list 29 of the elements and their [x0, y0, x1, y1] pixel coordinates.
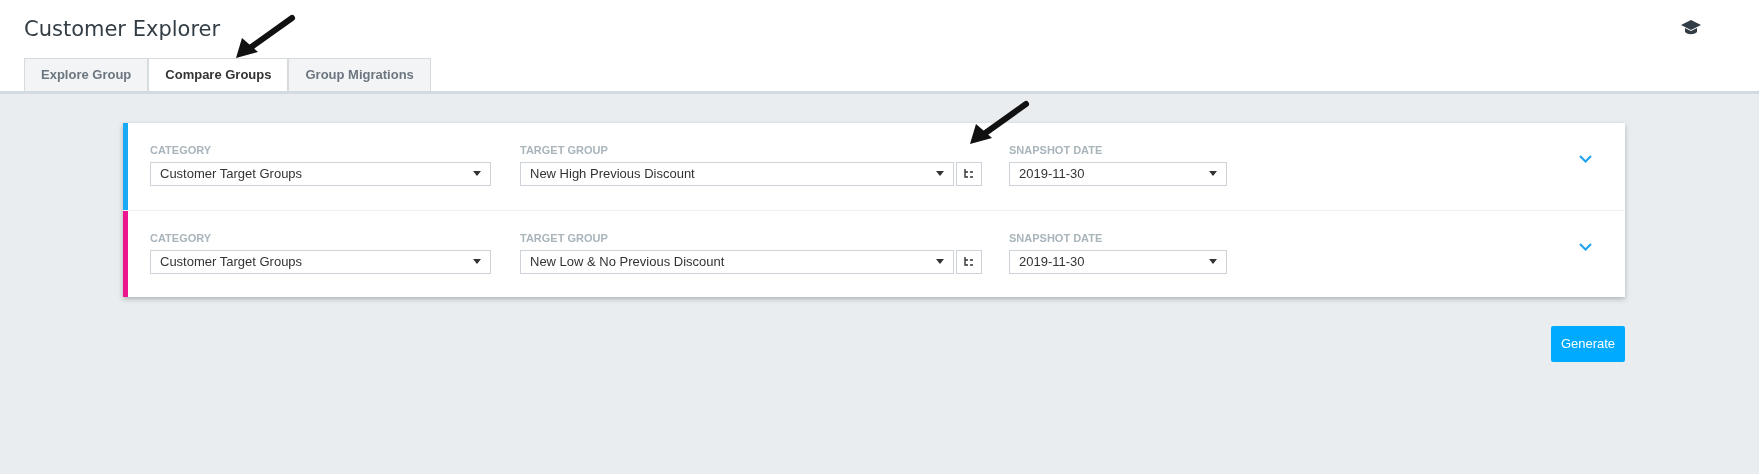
caret-icon — [1209, 171, 1217, 176]
field-label: CATEGORY — [150, 232, 213, 244]
caret-icon — [936, 171, 944, 176]
category-select[interactable]: Customer Target Groups — [150, 249, 491, 274]
snapshot-date-select[interactable]: 2019-11-30 — [1009, 249, 1227, 274]
field-label: TARGET GROUP — [520, 144, 609, 156]
caret-icon — [473, 171, 481, 176]
target-group-select[interactable]: New Low & No Previous Discount — [520, 249, 954, 274]
hierarchy-icon — [964, 257, 974, 266]
tab[interactable]: Group Migrations — [288, 57, 431, 91]
field-label: SNAPSHOT DATE — [1009, 144, 1104, 156]
field-label: CATEGORY — [150, 144, 213, 156]
hierarchy-icon — [964, 169, 974, 178]
caret-icon — [473, 259, 481, 264]
field-label: TARGET GROUP — [520, 232, 609, 244]
target-group-select[interactable]: New High Previous Discount — [520, 161, 954, 186]
page-title: Customer Explorer — [24, 16, 221, 43]
tab[interactable]: Explore Group — [24, 57, 149, 91]
category-select[interactable]: Customer Target Groups — [150, 161, 491, 186]
graduation-cap-icon[interactable] — [1681, 20, 1701, 36]
hierarchy-button[interactable] — [956, 161, 982, 186]
tab[interactable]: Compare Groups — [148, 57, 289, 91]
snapshot-date-select[interactable]: 2019-11-30 — [1009, 161, 1227, 186]
field-label: SNAPSHOT DATE — [1009, 232, 1104, 244]
chevron-down-icon[interactable] — [1579, 154, 1592, 163]
caret-icon — [936, 259, 944, 264]
hierarchy-button[interactable] — [956, 249, 982, 274]
chevron-down-icon[interactable] — [1579, 242, 1592, 251]
caret-icon — [1209, 259, 1217, 264]
